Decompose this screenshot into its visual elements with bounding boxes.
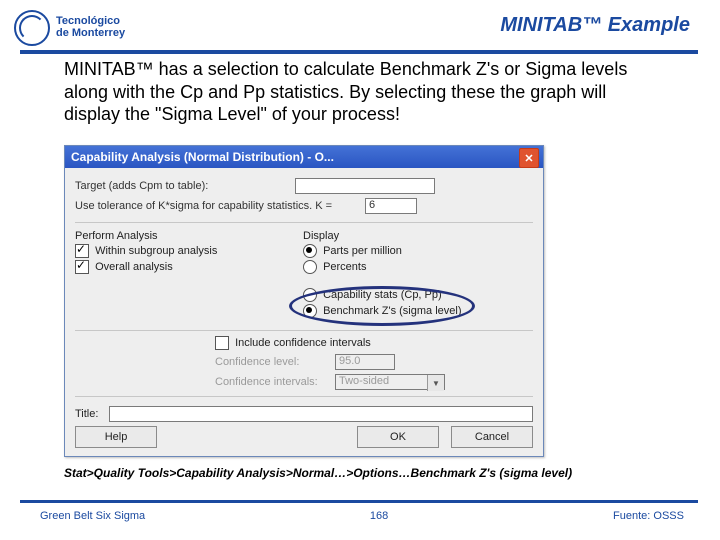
conf-int-select: Two-sided ▼ (335, 374, 445, 390)
perform-analysis-group: Perform Analysis Within subgroup analysi… (75, 230, 275, 274)
cancel-button[interactable]: Cancel (451, 426, 533, 448)
include-ci-label: Include confidence intervals (235, 337, 371, 349)
target-label: Target (adds Cpm to table): (75, 180, 295, 192)
radio-percents[interactable] (303, 260, 317, 274)
ok-button[interactable]: OK (357, 426, 439, 448)
conf-level-label: Confidence level: (215, 356, 335, 368)
header: Tecnológico de Monterrey MINITAB™ Exampl… (0, 6, 720, 50)
help-button[interactable]: Help (75, 426, 157, 448)
k-input[interactable]: 6 (365, 198, 417, 214)
display-heading: Display (303, 230, 513, 242)
tolerance-label: Use tolerance of K*sigma for capability … (75, 200, 365, 212)
checkbox-overall[interactable] (75, 260, 89, 274)
within-subgroup-label: Within subgroup analysis (95, 245, 217, 257)
checkbox-include-ci[interactable] (215, 336, 229, 350)
confidence-group: Include confidence intervals Confidence … (215, 336, 515, 394)
dialog-title: Capability Analysis (Normal Distribution… (71, 150, 334, 164)
footer-left: Green Belt Six Sigma (40, 510, 145, 522)
title-row: Title: (75, 402, 533, 426)
percents-label: Percents (323, 261, 366, 273)
footer-rule (20, 500, 698, 503)
page-number: 168 (370, 510, 388, 522)
perform-heading: Perform Analysis (75, 230, 275, 242)
conf-int-label: Confidence intervals: (215, 376, 335, 388)
highlight-ellipse (289, 286, 475, 326)
conf-int-value: Two-sided (339, 375, 389, 387)
target-input[interactable] (295, 178, 435, 194)
body-paragraph: MINITAB™ has a selection to calculate Be… (64, 58, 644, 126)
dialog-titlebar: Capability Analysis (Normal Distribution… (65, 146, 543, 168)
capability-dialog: Capability Analysis (Normal Distribution… (64, 145, 544, 457)
header-rule (20, 50, 698, 54)
radio-ppm[interactable] (303, 244, 317, 258)
ppm-label: Parts per million (323, 245, 402, 257)
title-label: Title: (75, 408, 109, 420)
logo-icon (14, 10, 50, 46)
conf-level-input: 95.0 (335, 354, 395, 370)
footer: Green Belt Six Sigma 168 Fuente: OSSS (40, 510, 684, 522)
checkbox-within-subgroup[interactable] (75, 244, 89, 258)
overall-label: Overall analysis (95, 261, 173, 273)
logo: Tecnológico de Monterrey (14, 10, 125, 46)
menu-path: Stat>Quality Tools>Capability Analysis>N… (64, 466, 572, 480)
footer-right: Fuente: OSSS (613, 510, 684, 522)
logo-text: Tecnológico de Monterrey (56, 16, 125, 39)
button-row: Help OK Cancel (75, 426, 533, 448)
chevron-down-icon: ▼ (427, 375, 444, 391)
close-icon[interactable]: ✕ (519, 148, 539, 168)
slide-title: MINITAB™ Example (500, 14, 690, 37)
logo-line-2: de Monterrey (56, 28, 125, 40)
title-input[interactable] (109, 406, 533, 422)
